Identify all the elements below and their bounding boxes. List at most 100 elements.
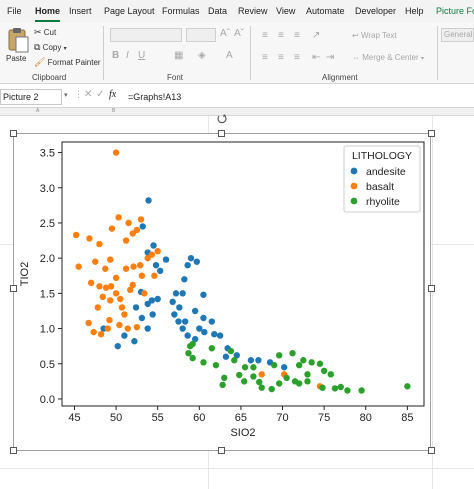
borders-icon[interactable]: ▦ (174, 50, 183, 61)
tab-automate[interactable]: Automate (306, 6, 345, 16)
scatter-chart: 45 50 55 60 65 70 75 80 85 0.0 0.5 1.0 1.5 2.0 2.5 3.0 3… (19, 141, 425, 439)
name-box-dropdown-icon[interactable]: ▾ (64, 91, 68, 99)
data-point-rhyolite (256, 378, 263, 386)
align-left-icon[interactable]: ≡ (262, 52, 268, 63)
tab-formulas[interactable]: Formulas (162, 6, 200, 16)
wrap-text-button[interactable]: ↩ Wrap Text (352, 31, 397, 40)
tab-home[interactable]: Home (35, 6, 61, 22)
data-point-rhyolite (250, 364, 257, 371)
data-point-basalt (129, 230, 136, 237)
resize-handle-bottom-right[interactable] (428, 447, 435, 454)
tab-insert[interactable]: Insert (69, 6, 92, 16)
y-tick-label: 1.0 (40, 324, 55, 336)
data-point-andesite (191, 307, 199, 315)
resize-handle-top-left[interactable] (10, 130, 17, 137)
increase-indent-icon[interactable]: ⇥ (326, 52, 334, 63)
x-tick-label: 80 (360, 412, 372, 424)
paste-label: Paste (6, 54, 27, 63)
wrap-text-icon: ↩ (352, 31, 359, 40)
align-right-icon[interactable]: ≡ (294, 52, 300, 63)
paste-button[interactable]: Paste (4, 26, 30, 66)
increase-font-icon[interactable]: Aˆ (220, 28, 230, 39)
tab-developer[interactable]: Developer (355, 6, 396, 16)
legend-label-andesite: andesite (366, 166, 406, 178)
decrease-font-icon[interactable]: Aˇ (234, 28, 244, 39)
resize-handle-bottom-left[interactable] (10, 447, 17, 454)
data-point-basalt (141, 290, 148, 297)
legend-marker-rhyolite (350, 197, 358, 205)
data-point-andesite (132, 304, 140, 311)
formula-input[interactable]: =Graphs!A13 (128, 90, 181, 104)
font-size-combo[interactable] (186, 28, 216, 42)
cut-button[interactable]: ✂ Cut (34, 27, 56, 38)
align-top-icon[interactable]: ≡ (262, 30, 268, 41)
data-point-andesite (280, 364, 288, 371)
font-color-icon[interactable]: A (226, 50, 233, 61)
enter-icon[interactable]: ✓ (96, 89, 104, 100)
data-point-andesite (181, 318, 189, 325)
data-point-andesite (139, 223, 146, 230)
merge-center-button[interactable]: ⇔ Merge & Center ▾ (352, 53, 424, 62)
column-header-b[interactable]: B (112, 108, 115, 114)
resize-handle-top-right[interactable] (428, 130, 435, 137)
italic-icon[interactable]: I (126, 50, 129, 61)
tab-file[interactable]: File (7, 6, 22, 16)
tab-help[interactable]: Help (405, 6, 424, 16)
rotate-handle-icon[interactable] (216, 113, 228, 127)
data-point-rhyolite (236, 371, 243, 379)
data-point-andesite (175, 318, 182, 325)
format-painter-button[interactable]: 🖌 Format Painter (34, 57, 101, 68)
tab-review[interactable]: Review (238, 6, 268, 16)
insert-function-button[interactable]: fx (109, 89, 116, 100)
resize-handle-left[interactable] (10, 285, 17, 292)
copy-button[interactable]: ⧉ Copy ▾ (34, 42, 67, 53)
align-middle-icon[interactable]: ≡ (278, 30, 284, 41)
font-group-label: Font (167, 73, 184, 82)
cancel-icon[interactable]: ✕ (84, 89, 92, 100)
data-point-basalt (118, 304, 126, 311)
resize-handle-top[interactable] (218, 130, 225, 137)
number-format-combo[interactable]: General (441, 28, 474, 42)
y-tick-label: 3.5 (40, 148, 55, 160)
data-point-rhyolite (227, 347, 235, 355)
orientation-icon[interactable]: ↗ (312, 30, 320, 41)
data-point-andesite (200, 291, 207, 298)
font-name-combo[interactable] (110, 28, 182, 42)
tab-view[interactable]: View (276, 6, 295, 16)
data-point-rhyolite (300, 357, 307, 364)
align-bottom-icon[interactable]: ≡ (294, 30, 300, 41)
resize-handle-right[interactable] (428, 285, 435, 292)
column-header-a[interactable]: A (36, 108, 39, 114)
data-point-basalt (116, 321, 123, 329)
data-point-rhyolite (250, 373, 257, 380)
bold-icon[interactable]: B (112, 50, 119, 61)
data-point-rhyolite (308, 359, 315, 366)
resize-handle-bottom[interactable] (218, 447, 225, 454)
group-divider (250, 26, 251, 80)
data-point-rhyolite (344, 387, 351, 394)
grid-line (0, 468, 474, 469)
merge-icon: ⇔ (352, 53, 360, 62)
data-point-andesite (216, 332, 224, 339)
data-point-andesite (211, 330, 218, 338)
data-point-basalt (138, 272, 146, 279)
data-point-andesite (144, 325, 151, 332)
data-point-basalt (133, 323, 141, 331)
data-point-andesite (152, 262, 160, 269)
tab-page-layout[interactable]: Page Layout (104, 6, 155, 16)
data-point-rhyolite (304, 378, 311, 385)
align-center-icon[interactable]: ≡ (278, 52, 284, 63)
data-point-rhyolite (208, 345, 215, 352)
tab-data[interactable]: Data (208, 6, 227, 16)
data-point-basalt (107, 283, 115, 290)
fill-color-icon[interactable]: ◈ (198, 50, 206, 61)
decrease-indent-icon[interactable]: ⇤ (312, 52, 320, 63)
y-axis-label: TIO2 (19, 262, 31, 286)
data-point-basalt (144, 254, 151, 262)
tab-picture-format[interactable]: Picture Fo (436, 6, 474, 16)
data-point-basalt (108, 225, 116, 232)
underline-icon[interactable]: U (138, 50, 145, 61)
data-point-basalt (258, 371, 265, 378)
chart-picture[interactable]: 45 50 55 60 65 70 75 80 85 0.0 0.5 1.0 1.5 2.0 2.5 3.0 3… (13, 133, 431, 451)
name-box[interactable]: Picture 2 (0, 89, 62, 105)
